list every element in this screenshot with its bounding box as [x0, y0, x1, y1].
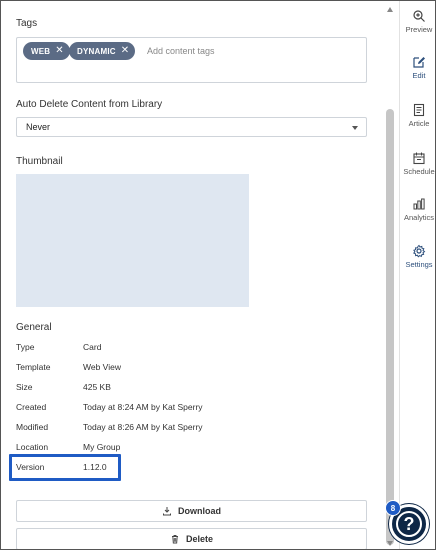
- nav-label: Edit: [412, 71, 426, 80]
- pencil-icon: [413, 57, 425, 68]
- general-heading: General: [16, 322, 52, 333]
- zoom-icon: [413, 10, 425, 22]
- bar-chart-icon: [413, 198, 425, 210]
- settings-window: Tags WEB ✕ DYNAMIC ✕ Auto Delete Content…: [0, 0, 436, 550]
- location-value: My Group: [83, 442, 121, 452]
- created-value: Today at 8:24 AM by Kat Sperry: [83, 402, 203, 412]
- scroll-down-arrow-icon[interactable]: [387, 541, 393, 546]
- delete-button[interactable]: Delete: [16, 528, 367, 549]
- remove-tag-icon[interactable]: ✕: [55, 46, 64, 56]
- nav-label: Analytics: [403, 213, 434, 222]
- nav-label: Preview: [405, 25, 433, 34]
- nav-item-settings[interactable]: Settings: [400, 244, 435, 284]
- gear-icon: [412, 244, 426, 258]
- modified-value: Today at 8:26 AM by Kat Sperry: [83, 422, 203, 432]
- size-value: 425 KB: [83, 382, 111, 392]
- nav-label: Article: [408, 119, 430, 128]
- version-highlight-box: [9, 454, 121, 481]
- question-icon: ?: [396, 511, 422, 537]
- nav-item-edit[interactable]: Edit: [400, 55, 435, 95]
- nav-item-schedule[interactable]: Schedule: [400, 151, 435, 191]
- thumbnail-label: Thumbnail: [16, 156, 63, 167]
- tag-chip-dynamic: DYNAMIC ✕: [69, 42, 136, 60]
- template-key: Template: [16, 362, 51, 372]
- nav-item-analytics[interactable]: Analytics: [400, 197, 435, 237]
- scroll-up-arrow-icon[interactable]: [387, 7, 393, 12]
- nav-item-article[interactable]: Article: [400, 103, 435, 143]
- notification-badge: 8: [385, 500, 401, 516]
- settings-panel: Tags WEB ✕ DYNAMIC ✕ Auto Delete Content…: [1, 1, 399, 549]
- remove-tag-icon[interactable]: ✕: [121, 46, 130, 56]
- download-icon: [163, 507, 171, 516]
- delete-label: Delete: [185, 534, 213, 544]
- article-icon: [413, 103, 425, 117]
- add-tags-input[interactable]: [147, 44, 317, 58]
- tag-chip-web: WEB ✕: [23, 42, 70, 60]
- tag-chip-label: DYNAMIC: [77, 46, 116, 56]
- type-key: Type: [16, 342, 35, 352]
- size-key: Size: [16, 382, 33, 392]
- scrollbar-thumb[interactable]: [386, 109, 394, 545]
- template-value: Web View: [83, 362, 121, 372]
- auto-delete-value: Never: [26, 122, 51, 132]
- download-button[interactable]: Download: [16, 500, 367, 522]
- thumbnail-image[interactable]: [16, 174, 249, 307]
- download-label: Download: [178, 506, 221, 516]
- nav-item-preview[interactable]: Preview: [400, 9, 435, 49]
- tags-field[interactable]: WEB ✕ DYNAMIC ✕: [16, 37, 367, 83]
- tag-chip-label: WEB: [31, 46, 51, 56]
- trash-icon: [171, 535, 178, 544]
- side-nav: Preview Edit Article Schedule Analytics …: [399, 1, 435, 549]
- auto-delete-select[interactable]: Never: [16, 117, 367, 137]
- created-key: Created: [16, 402, 47, 412]
- nav-label: Schedule: [403, 167, 435, 176]
- type-value: Card: [83, 342, 102, 352]
- calendar-icon: [413, 152, 425, 165]
- tags-label: Tags: [16, 18, 38, 29]
- auto-delete-label: Auto Delete Content from Library: [16, 99, 163, 110]
- modified-key: Modified: [16, 422, 49, 432]
- location-key: Location: [16, 442, 49, 452]
- chevron-down-icon: [352, 126, 358, 130]
- nav-label: Settings: [405, 260, 433, 269]
